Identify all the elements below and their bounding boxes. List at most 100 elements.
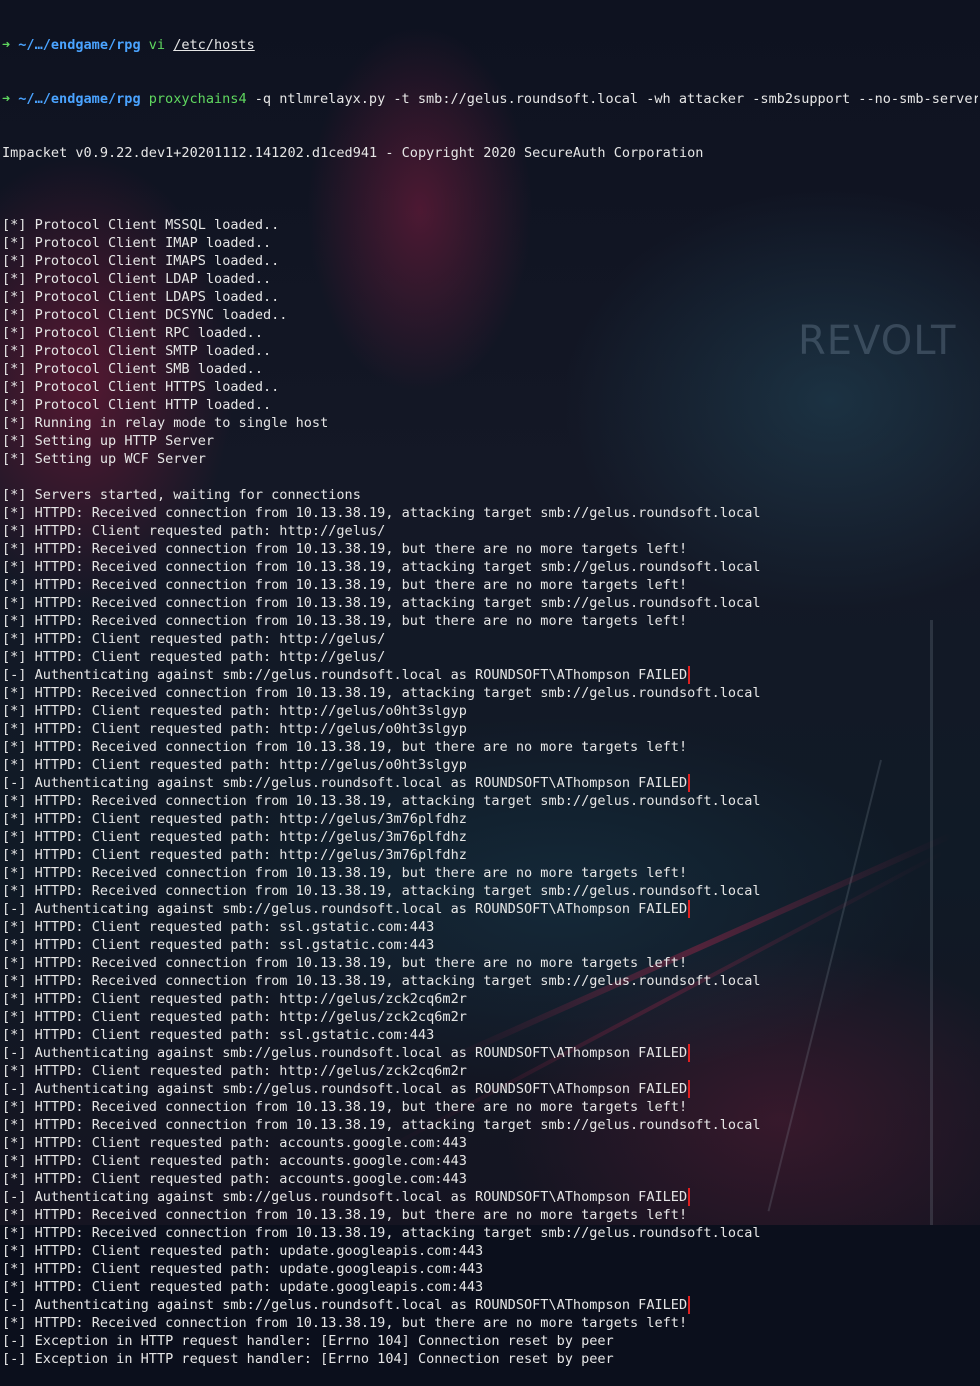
log-line: [*] HTTPD: Client requested path: http:/… (2, 522, 978, 540)
failed-auth-highlight: [-] Authenticating against smb://gelus.r… (2, 1044, 691, 1062)
log-line-text: [*] HTTPD: Received connection from 10.1… (2, 685, 761, 701)
log-line: [*] HTTPD: Client requested path: http:/… (2, 990, 978, 1008)
log-line: [-] Authenticating against smb://gelus.r… (2, 900, 978, 918)
log-line: [*] HTTPD: Received connection from 10.1… (2, 558, 978, 576)
log-line-text: [*] HTTPD: Client requested path: http:/… (2, 721, 467, 737)
log-line: [*] HTTPD: Received connection from 10.1… (2, 504, 978, 522)
failed-auth-highlight: [-] Authenticating against smb://gelus.r… (2, 666, 691, 684)
log-line: [-] Authenticating against smb://gelus.r… (2, 1080, 978, 1098)
log-line-text: [*] HTTPD: Received connection from 10.1… (2, 1099, 688, 1115)
log-line: [*] HTTPD: Received connection from 10.1… (2, 576, 978, 594)
log-line-text: [*] HTTPD: Client requested path: http:/… (2, 703, 467, 719)
log-line-text: [*] Protocol Client LDAP loaded.. (2, 271, 272, 287)
log-line: [*] HTTPD: Received connection from 10.1… (2, 972, 978, 990)
failed-auth-highlight: [-] Authenticating against smb://gelus.r… (2, 774, 691, 792)
log-line: [-] Exception in HTTP request handler: [… (2, 1332, 978, 1350)
log-line-text: [*] Protocol Client MSSQL loaded.. (2, 217, 280, 233)
log-line: [*] HTTPD: Client requested path: update… (2, 1260, 978, 1278)
log-line-text: [*] HTTPD: Received connection from 10.1… (2, 955, 688, 971)
log-line: [*] HTTPD: Client requested path: http:/… (2, 1008, 978, 1026)
command-name: vi (148, 37, 166, 53)
log-line-text: [*] HTTPD: Client requested path: http:/… (2, 1063, 467, 1079)
log-line-text: [*] HTTPD: Client requested path: http:/… (2, 523, 386, 539)
log-line-text: [*] Protocol Client HTTPS loaded.. (2, 379, 280, 395)
log-line-text: [*] HTTPD: Client requested path: accoun… (2, 1153, 467, 1169)
log-line-text: [*] HTTPD: Client requested path: http:/… (2, 991, 467, 1007)
command-arguments: -q ntlmrelayx.py -t smb://gelus.roundsof… (254, 91, 978, 107)
log-line-text: [*] HTTPD: Client requested path: update… (2, 1261, 484, 1277)
command-name: proxychains4 (148, 91, 247, 107)
log-line: [*] HTTPD: Client requested path: http:/… (2, 756, 978, 774)
log-line: [*] Protocol Client IMAP loaded.. (2, 234, 978, 252)
log-line-text: [*] Protocol Client SMTP loaded.. (2, 343, 272, 359)
log-line-text: [*] HTTPD: Received connection from 10.1… (2, 865, 688, 881)
log-line: [-] Authenticating against smb://gelus.r… (2, 1044, 978, 1062)
log-line: [*] HTTPD: Client requested path: accoun… (2, 1170, 978, 1188)
banner-line: Impacket v0.9.22.dev1+20201112.141202.d1… (2, 145, 704, 161)
log-line-text: [*] Protocol Client IMAP loaded.. (2, 235, 272, 251)
log-line-text: [*] HTTPD: Client requested path: http:/… (2, 847, 467, 863)
log-line-text: [*] HTTPD: Received connection from 10.1… (2, 595, 761, 611)
log-line: [*] HTTPD: Received connection from 10.1… (2, 540, 978, 558)
log-line: [*] HTTPD: Received connection from 10.1… (2, 1224, 978, 1242)
log-line-text: [*] HTTPD: Received connection from 10.1… (2, 1117, 761, 1133)
log-line: [*] HTTPD: Client requested path: http:/… (2, 630, 978, 648)
log-line-text: [*] Protocol Client RPC loaded.. (2, 325, 263, 341)
log-line: [*] Protocol Client SMB loaded.. (2, 360, 978, 378)
log-line: [*] HTTPD: Client requested path: http:/… (2, 648, 978, 666)
log-line-text: [*] HTTPD: Received connection from 10.1… (2, 613, 688, 629)
log-line-text: [*] HTTPD: Client requested path: ssl.gs… (2, 919, 435, 935)
log-lines: [*] Protocol Client MSSQL loaded.. [*] Pr… (2, 198, 978, 1368)
prompt-line: ➜ ~/…/endgame/rpg proxychains4 -q ntlmrelay… (2, 90, 978, 108)
log-line: [*] HTTPD: Client requested path: ssl.gs… (2, 918, 978, 936)
log-line: [*] HTTPD: Client requested path: accoun… (2, 1134, 978, 1152)
log-line: [*] HTTPD: Client requested path: http:/… (2, 702, 978, 720)
log-line-text: [*] Setting up HTTP Server (2, 433, 215, 449)
log-line-text: [*] HTTPD: Client requested path: update… (2, 1243, 484, 1259)
log-line: [*] HTTPD: Client requested path: accoun… (2, 1152, 978, 1170)
log-line-text: [*] HTTPD: Received connection from 10.1… (2, 1315, 688, 1331)
log-line-text: [*] Protocol Client DCSYNC loaded.. (2, 307, 288, 323)
log-line-text: [*] HTTPD: Client requested path: http:/… (2, 1009, 467, 1025)
log-line: [*] HTTPD: Received connection from 10.1… (2, 792, 978, 810)
log-line: [*] Setting up WCF Server (2, 450, 978, 468)
log-line: [*] HTTPD: Client requested path: http:/… (2, 846, 978, 864)
log-line-text: [*] HTTPD: Received connection from 10.1… (2, 559, 761, 575)
log-line-text: [*] HTTPD: Received connection from 10.1… (2, 1225, 761, 1241)
log-line: [*] HTTPD: Client requested path: update… (2, 1242, 978, 1260)
prompt-path: ~/…/endgame/rpg (18, 91, 141, 107)
terminal-output[interactable]: ➜ ~/…/endgame/rpg vi/etc/hosts ➜ ~/…/endgam… (2, 0, 978, 1386)
log-line-text: [*] Running in relay mode to single host (2, 415, 329, 431)
log-line: [*] Protocol Client HTTPS loaded.. (2, 378, 978, 396)
log-line-text: [-] Exception in HTTP request handler: [… (2, 1351, 614, 1367)
log-line: [*] HTTPD: Received connection from 10.1… (2, 684, 978, 702)
log-line-text: [*] HTTPD: Received connection from 10.1… (2, 793, 761, 809)
log-line: [*] Protocol Client IMAPS loaded.. (2, 252, 978, 270)
log-line: [*] Protocol Client HTTP loaded.. (2, 396, 978, 414)
log-line-text: [*] HTTPD: Received connection from 10.1… (2, 577, 688, 593)
log-line: [*] Protocol Client RPC loaded.. (2, 324, 978, 342)
log-line-text: [*] Protocol Client SMB loaded.. (2, 361, 263, 377)
log-line: [*] Protocol Client MSSQL loaded.. (2, 216, 978, 234)
log-line: [*] HTTPD: Received connection from 10.1… (2, 1098, 978, 1116)
log-line: [*] HTTPD: Client requested path: http:/… (2, 1062, 978, 1080)
log-line-text: [*] Protocol Client LDAPS loaded.. (2, 289, 280, 305)
log-line: [-] Authenticating against smb://gelus.r… (2, 666, 978, 684)
log-line: [*] Protocol Client DCSYNC loaded.. (2, 306, 978, 324)
log-line-text: [*] HTTPD: Client requested path: http:/… (2, 757, 467, 773)
log-line: [*] Protocol Client LDAP loaded.. (2, 270, 978, 288)
log-line-text: [*] HTTPD: Received connection from 10.1… (2, 505, 761, 521)
log-line-text: [*] HTTPD: Client requested path: http:/… (2, 811, 467, 827)
log-line-text: [*] HTTPD: Client requested path: http:/… (2, 829, 467, 845)
log-line-text: [*] Protocol Client IMAPS loaded.. (2, 253, 280, 269)
log-line-text: [*] HTTPD: Client requested path: ssl.gs… (2, 1027, 435, 1043)
log-line: [-] Authenticating against smb://gelus.r… (2, 1188, 978, 1206)
log-line-text: [*] HTTPD: Received connection from 10.1… (2, 739, 688, 755)
log-line: [*] HTTPD: Client requested path: http:/… (2, 828, 978, 846)
log-line: [*] Setting up HTTP Server (2, 432, 978, 450)
failed-auth-highlight: [-] Authenticating against smb://gelus.r… (2, 1080, 691, 1098)
command-argument-link[interactable]: /etc/hosts (173, 37, 255, 53)
log-line-text: [*] Setting up WCF Server (2, 451, 206, 467)
prompt-line: ➜ ~/…/endgame/rpg vi/etc/hosts (2, 36, 978, 54)
